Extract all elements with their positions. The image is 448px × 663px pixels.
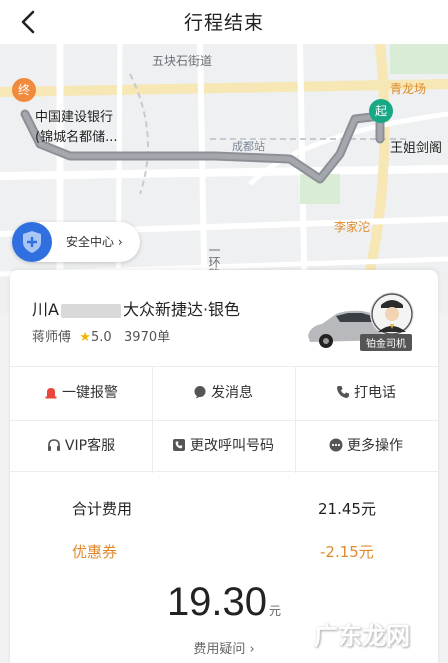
headset-icon bbox=[47, 439, 60, 451]
phone-number-icon bbox=[173, 439, 185, 451]
page-title: 行程结束 bbox=[183, 12, 264, 34]
driver-level-badge: 铂金司机 bbox=[360, 334, 412, 351]
shield-icon bbox=[12, 222, 52, 262]
emergency-alarm-button[interactable]: 一键报警 bbox=[10, 367, 152, 420]
coupon-value: -2.15元 bbox=[320, 543, 374, 561]
send-message-button[interactable]: 发消息 bbox=[152, 367, 294, 420]
action-grid: 一键报警 发消息 打电话 VIP客服 更改呼叫号码 更多操作 bbox=[10, 366, 438, 473]
end-pin-icon: 终 bbox=[12, 78, 36, 102]
map-label-end-2: (锦城名都储... bbox=[35, 130, 118, 145]
change-call-number-button[interactable]: 更改呼叫号码 bbox=[152, 420, 294, 473]
star-icon: ★ bbox=[79, 330, 91, 345]
safety-center-button[interactable]: 安全中心 › bbox=[12, 222, 140, 262]
more-actions-button[interactable]: 更多操作 bbox=[295, 420, 437, 473]
map-label-lijiatuo: 李家沱 bbox=[334, 220, 371, 234]
map-label-dragon: 青龙场 bbox=[390, 82, 427, 96]
map-label-start: 王姐剑阁 bbox=[390, 141, 443, 156]
paid-amount-unit: 元 bbox=[269, 604, 282, 618]
coupon-label: 优惠券 bbox=[72, 543, 118, 561]
more-icon bbox=[329, 438, 343, 452]
top-bar: 行程结束 bbox=[0, 0, 448, 44]
plate-mask bbox=[60, 303, 121, 318]
map-label-street: 五块石街道 bbox=[152, 54, 213, 68]
phone-icon bbox=[337, 386, 349, 398]
driver-orders: 3970单 bbox=[124, 330, 171, 345]
driver-info: 蒋师傅 ★5.0 3970单 bbox=[32, 326, 170, 345]
watermark-logo: 广东龙网 bbox=[314, 622, 410, 650]
start-pin-icon: 起 bbox=[369, 99, 393, 123]
trip-card: 川A 大众新捷达·银色 蒋师傅 ★5.0 3970单 铂金司机 一键报警 发消息 … bbox=[10, 270, 438, 663]
map-label-end-1: 中国建设银行 bbox=[35, 110, 114, 125]
vip-service-button[interactable]: VIP客服 bbox=[10, 420, 152, 473]
paid-amount-value: 19.30 bbox=[166, 580, 268, 624]
driver-rating: 5.0 bbox=[90, 330, 112, 345]
message-icon bbox=[194, 386, 206, 399]
alarm-icon bbox=[45, 388, 57, 399]
driver-name: 蒋师傅 bbox=[32, 330, 72, 345]
car-plate: 川A 大众新捷达·银色 bbox=[32, 296, 240, 320]
total-fee-label: 合计费用 bbox=[72, 500, 133, 518]
safety-center-label: 安全中心 › bbox=[66, 235, 123, 249]
call-driver-button[interactable]: 打电话 bbox=[295, 367, 437, 420]
total-fee-value: 21.45元 bbox=[318, 500, 376, 518]
plate-prefix: 川A bbox=[32, 300, 59, 319]
car-model: 大众新捷达·银色 bbox=[122, 300, 241, 319]
map-label-station: 成都站 bbox=[232, 140, 265, 153]
